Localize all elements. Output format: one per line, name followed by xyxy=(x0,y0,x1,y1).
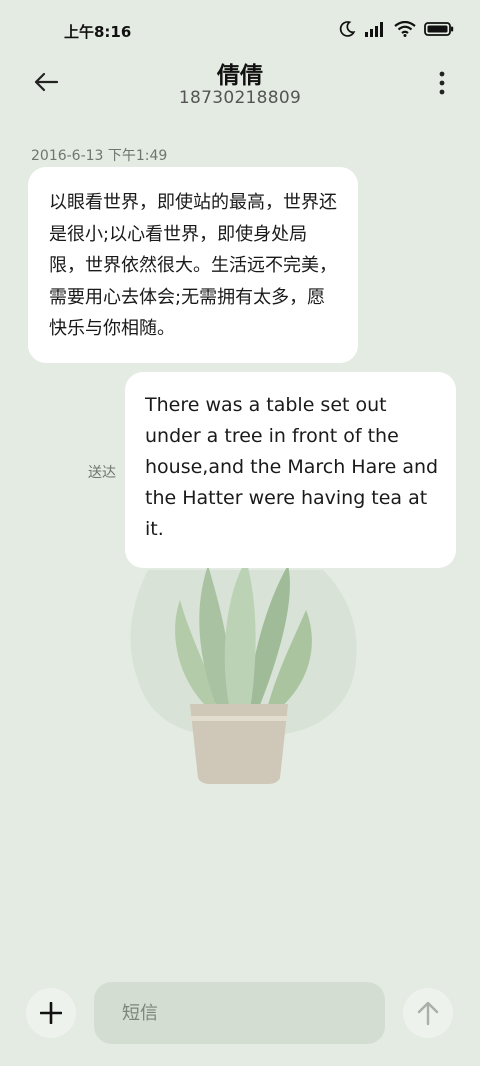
message-timestamp: 2016-6-13 下午1:49 xyxy=(31,148,168,164)
wifi-icon xyxy=(394,21,416,37)
message-input[interactable] xyxy=(94,982,385,1044)
send-button[interactable] xyxy=(403,988,453,1038)
contact-phone-number: 18730218809 xyxy=(178,88,302,108)
contact-name: 倩倩 xyxy=(217,63,263,89)
delivery-status: 送达 xyxy=(88,465,116,481)
conversation-header: 倩倩 18730218809 xyxy=(0,52,480,114)
send-arrow-icon xyxy=(417,1001,439,1026)
more-vertical-icon xyxy=(439,71,445,95)
message-composer xyxy=(0,980,480,1046)
outgoing-message-text: There was a table set out under a tree i… xyxy=(145,394,439,540)
incoming-message-bubble[interactable]: 以眼看世界，即使站的最高，世界还是很小;以心看世界，即使身处局限，世界依然很大。… xyxy=(28,167,358,363)
status-time: 上午8:16 xyxy=(64,23,132,41)
add-attachment-button[interactable] xyxy=(26,988,76,1038)
incoming-message-text: 以眼看世界，即使站的最高，世界还是很小;以心看世界，即使身处局限，世界依然很大。… xyxy=(49,192,337,339)
more-options-button[interactable] xyxy=(430,68,454,98)
plant-illustration xyxy=(130,560,357,784)
moon-icon xyxy=(338,20,356,38)
plus-icon xyxy=(40,1002,62,1024)
status-icons xyxy=(338,20,454,38)
signal-icon xyxy=(364,21,386,37)
battery-icon xyxy=(424,21,454,37)
outgoing-message-bubble[interactable]: There was a table set out under a tree i… xyxy=(125,372,456,568)
